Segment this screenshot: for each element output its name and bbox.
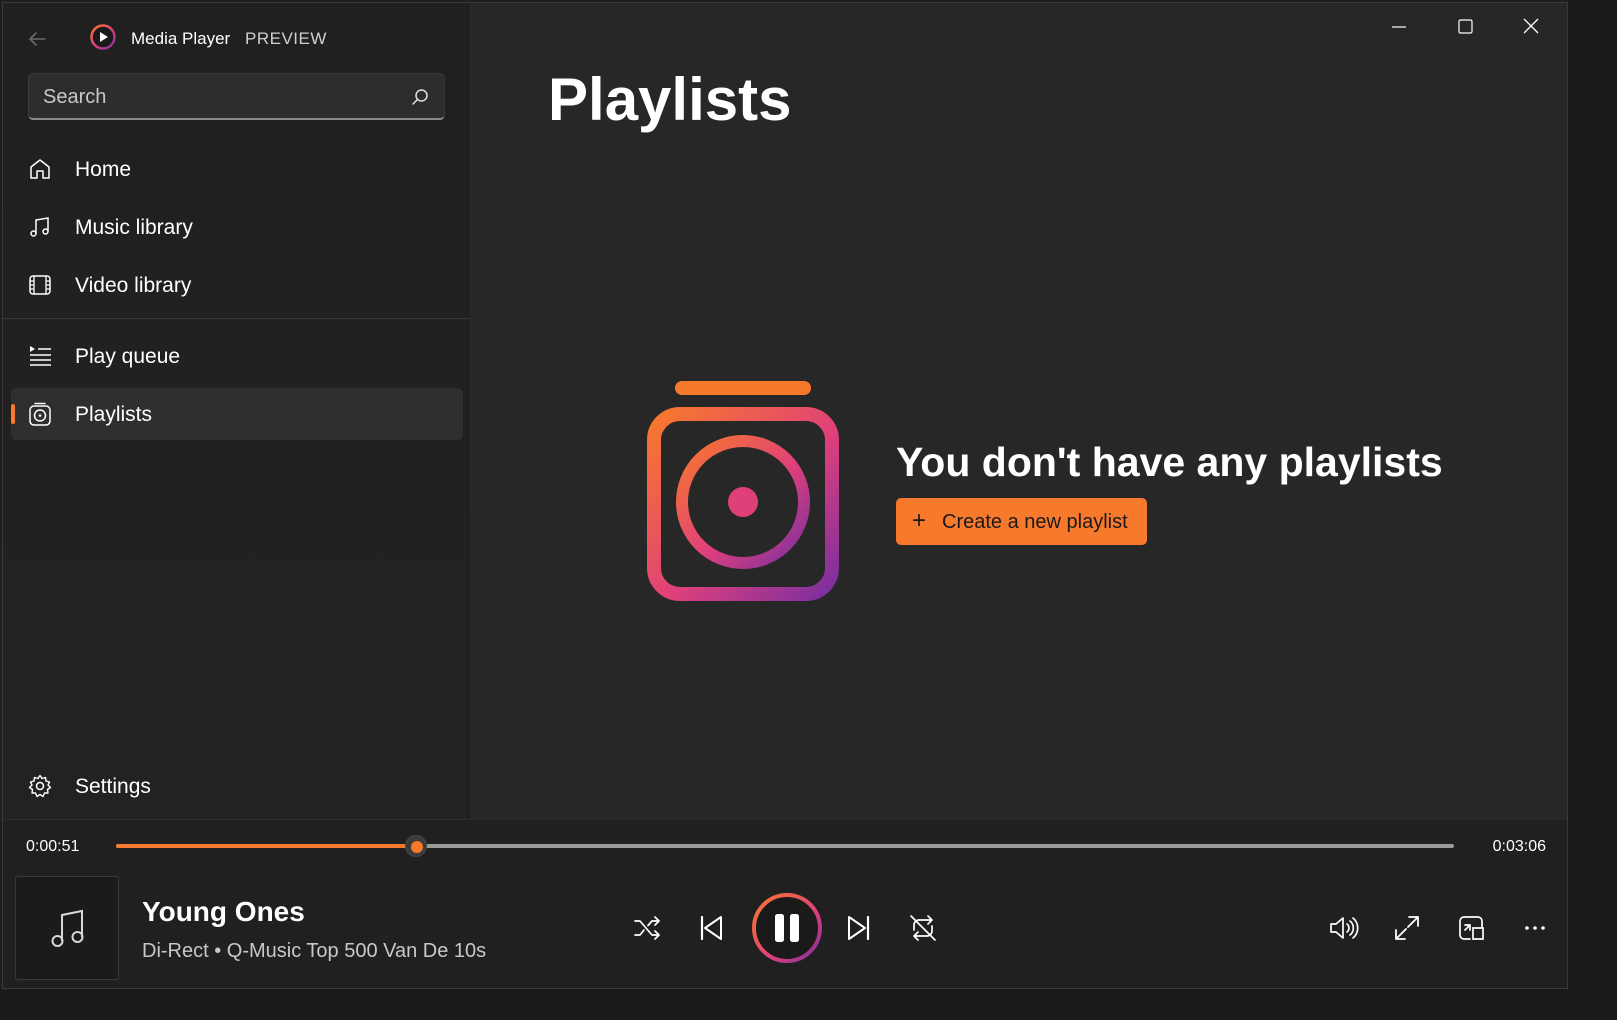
back-arrow-icon[interactable] [23, 25, 51, 53]
sidebar-item-play-queue[interactable]: Play queue [11, 330, 463, 382]
sidebar-item-playlists[interactable]: Playlists [11, 388, 463, 440]
film-icon [29, 275, 51, 295]
track-artist-album[interactable]: Di-Rect • Q-Music Top 500 Van De 10s [142, 940, 486, 963]
sidebar: Media Player PREVIEW Home Music library [3, 3, 469, 819]
album-art[interactable] [15, 876, 119, 980]
skip-previous-icon[interactable] [691, 908, 731, 948]
sidebar-item-label: Playlists [75, 403, 153, 426]
playlist-empty-state-icon [647, 381, 839, 601]
seek-bar-progress [116, 844, 416, 848]
sidebar-item-label: Music library [75, 216, 193, 239]
sidebar-item-label: Settings [75, 775, 151, 798]
app-preview-badge: PREVIEW [245, 29, 327, 48]
pause-button[interactable] [751, 892, 823, 964]
play-queue-icon [30, 346, 51, 366]
maximize-icon[interactable] [1442, 11, 1488, 43]
sidebar-item-label: Play queue [75, 345, 181, 368]
plus-icon: + [912, 507, 927, 534]
shuffle-icon[interactable] [627, 908, 667, 948]
media-player-window: Media Player PREVIEW Home Music library [2, 2, 1568, 989]
page-title: Playlists [548, 66, 792, 133]
sidebar-item-settings[interactable]: Settings [11, 760, 463, 812]
playlists-icon [29, 402, 51, 426]
create-playlist-button[interactable]: + Create a new playlist [896, 498, 1147, 545]
total-time: 0:03:06 [1492, 838, 1546, 855]
empty-state-title: You don't have any playlists [896, 439, 1443, 485]
skip-next-icon[interactable] [839, 908, 879, 948]
title-bar: Media Player PREVIEW [3, 3, 469, 71]
sidebar-item-home[interactable]: Home [11, 143, 463, 195]
search-box[interactable] [28, 73, 445, 120]
current-time: 0:00:51 [26, 838, 80, 855]
minimize-icon[interactable] [1376, 11, 1422, 43]
repeat-icon[interactable] [903, 908, 943, 948]
track-title[interactable]: Young Ones [142, 896, 305, 928]
gear-icon [28, 774, 52, 798]
home-icon [30, 159, 50, 179]
fullscreen-expand-icon[interactable] [1387, 908, 1427, 948]
more-options-icon[interactable] [1515, 908, 1555, 948]
search-icon[interactable] [410, 87, 430, 107]
main-content: Playlists You don't have any playlists +… [470, 3, 1567, 819]
background-strip-right [1568, 0, 1617, 1020]
player-bar: 0:00:51 0:03:06 Young Ones Di-Rect • Q-M… [3, 819, 1567, 988]
media-player-logo-icon [90, 24, 116, 50]
search-input[interactable] [43, 84, 393, 110]
seek-bar[interactable] [116, 835, 1454, 857]
active-indicator [11, 404, 15, 424]
app-title: Media Player [131, 29, 231, 48]
sidebar-item-music-library[interactable]: Music library [11, 201, 463, 253]
background-strip-bottom [0, 989, 1617, 1020]
sidebar-item-label: Home [75, 158, 132, 181]
sidebar-item-video-library[interactable]: Video library [11, 259, 463, 311]
create-playlist-label: Create a new playlist [942, 511, 1128, 533]
seek-bar-thumb[interactable] [404, 835, 427, 857]
mini-player-icon[interactable] [1451, 908, 1491, 948]
sidebar-item-label: Video library [75, 274, 192, 297]
close-icon[interactable] [1508, 11, 1554, 43]
music-note-icon [30, 217, 49, 237]
volume-icon[interactable] [1323, 908, 1363, 948]
music-note-icon [51, 909, 84, 947]
nav-divider [3, 318, 469, 319]
